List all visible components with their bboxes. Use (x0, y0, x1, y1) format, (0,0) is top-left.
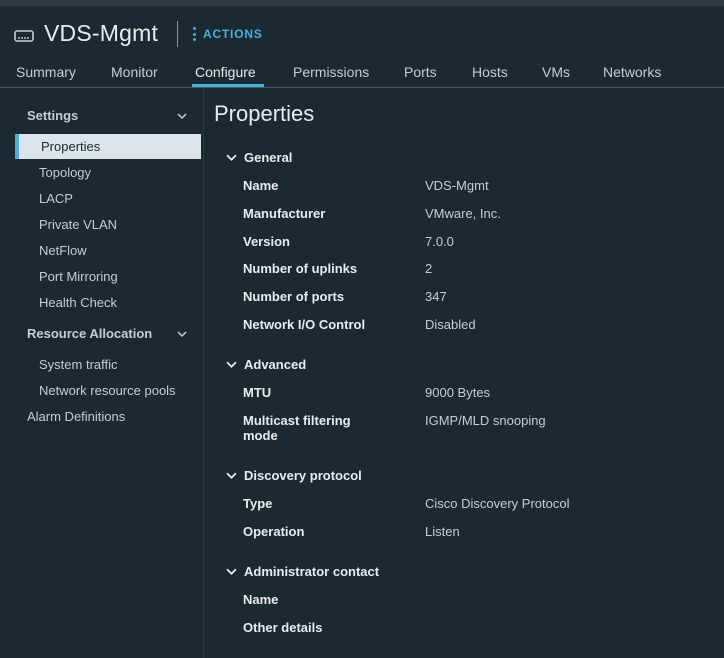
chevron-down-icon (226, 568, 237, 575)
property-value: 9000 Bytes (425, 385, 491, 400)
property-label: Name (243, 178, 279, 193)
sidebar-item-port-mirroring[interactable]: Port Mirroring (39, 269, 118, 284)
sidebar-item-properties[interactable]: Properties (15, 134, 201, 159)
section-label: Administrator contact (244, 564, 380, 579)
sidebar-item-alarm-definitions[interactable]: Alarm Definitions (27, 409, 125, 424)
property-value: Disabled (425, 317, 476, 332)
property-value: 7.0.0 (425, 234, 454, 249)
property-label: Number of ports (243, 289, 345, 304)
sidebar-item-netflow[interactable]: NetFlow (39, 243, 87, 258)
property-value: VDS-Mgmt (425, 178, 489, 193)
sidebar-item-health-check[interactable]: Health Check (39, 295, 117, 310)
property-label: MTU (243, 385, 272, 400)
section-label: Advanced (244, 357, 307, 372)
page-title: VDS-Mgmt (44, 20, 159, 46)
property-label: Type (243, 496, 273, 511)
tab-networks[interactable]: Networks (603, 64, 661, 80)
property-value: 347 (425, 289, 447, 304)
section-label: Discovery protocol (244, 468, 362, 483)
tab-hosts[interactable]: Hosts (472, 64, 508, 80)
property-label: Version (243, 234, 290, 249)
sidebar-item-lacp[interactable]: LACP (39, 191, 73, 206)
actions-button[interactable]: ACTIONS (193, 27, 263, 41)
property-value: 2 (425, 261, 433, 276)
tab-summary[interactable]: Summary (16, 64, 76, 80)
chevron-down-icon (226, 361, 237, 368)
sidebar-item-network-resource-pools[interactable]: Network resource pools (39, 383, 176, 398)
sidebar-item-system-traffic[interactable]: System traffic (39, 357, 118, 372)
kebab-icon (193, 27, 196, 41)
property-value: Cisco Discovery Protocol (425, 496, 570, 511)
tab-ports[interactable]: Ports (404, 64, 437, 80)
property-label: Other details (243, 620, 323, 635)
chevron-down-icon (226, 154, 237, 161)
chevron-down-icon (226, 472, 237, 479)
header-divider (177, 21, 178, 47)
section-title: Properties (214, 101, 315, 126)
section-label: General (244, 150, 293, 165)
property-value: IGMP/MLD snooping (425, 413, 546, 428)
properties-panel: Properties General Name VDS-Mgmt Manufac… (204, 89, 724, 658)
tab-vms[interactable]: VMs (542, 64, 570, 80)
property-label: Manufacturer (243, 206, 326, 221)
chevron-down-icon[interactable] (177, 329, 187, 339)
sidebar-item-label: Properties (41, 139, 101, 154)
property-label: Multicast filtering mode (243, 413, 351, 443)
active-tab-indicator (192, 84, 264, 87)
sidebar-group-settings[interactable]: Settings (27, 108, 78, 123)
actions-label: ACTIONS (203, 27, 263, 41)
sidebar: Settings Properties Topology LACP Privat… (0, 89, 204, 658)
property-label: Number of uplinks (243, 261, 358, 276)
property-value: Listen (425, 524, 460, 539)
tab-permissions[interactable]: Permissions (293, 64, 369, 80)
tab-bar: Summary Monitor Configure Permissions Po… (0, 58, 724, 88)
sidebar-item-private-vlan[interactable]: Private VLAN (39, 217, 117, 232)
chevron-down-icon[interactable] (177, 111, 187, 121)
property-value: VMware, Inc. (425, 206, 501, 221)
property-label: Operation (243, 524, 305, 539)
property-label: Network I/O Control (243, 317, 366, 332)
object-header: VDS-Mgmt ACTIONS (0, 6, 724, 58)
tab-monitor[interactable]: Monitor (111, 64, 158, 80)
tab-configure[interactable]: Configure (195, 64, 256, 80)
switch-icon (14, 30, 34, 42)
property-label: Name (243, 592, 279, 607)
sidebar-item-topology[interactable]: Topology (39, 165, 91, 180)
sidebar-group-resource-allocation[interactable]: Resource Allocation (27, 326, 152, 341)
